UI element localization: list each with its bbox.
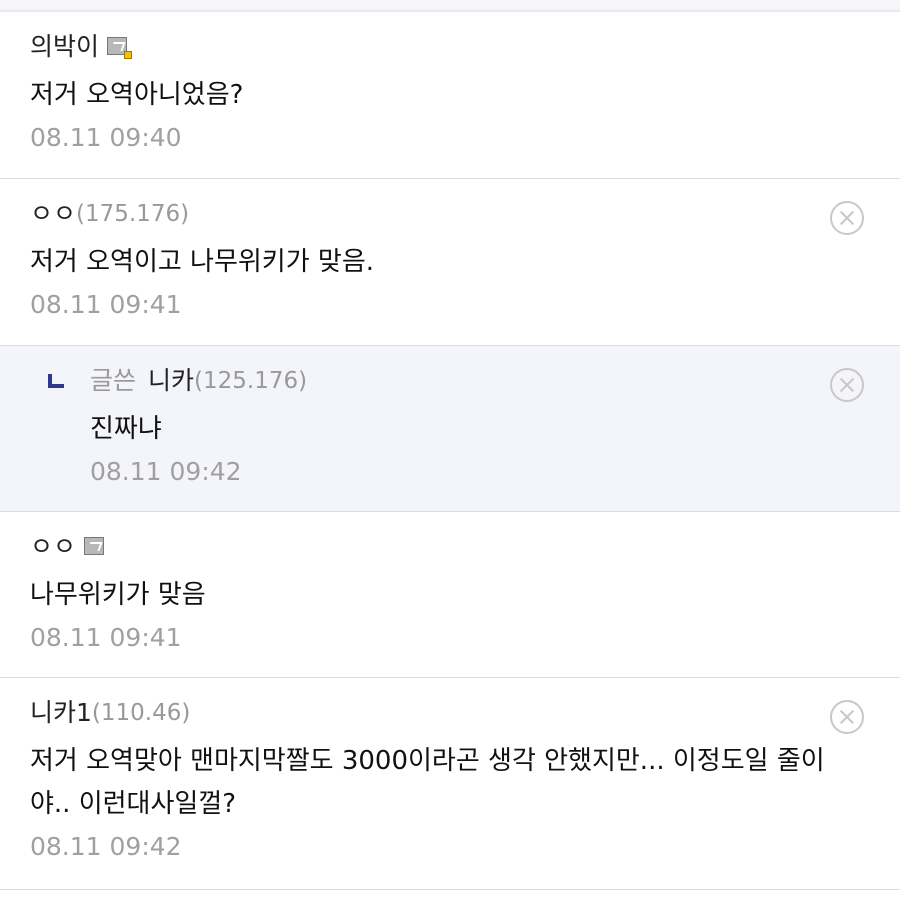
comment-item: 의박이 저거 오역아니었음? 08.11 09:40 [0,12,900,179]
comment-header: 니카1 (110.46) [30,696,870,730]
comment-body: 나무위키가 맞음 [30,580,206,610]
comment-ip: (175.176) [76,201,190,227]
comment-body: 저거 오역아니었음? [30,80,244,110]
comment-header: 글쓴 니카 (125.176) [90,364,870,398]
comment-nickname[interactable]: ㅇㅇ [30,530,76,564]
comment-header: ㅇㅇ [30,530,870,564]
comment-timestamp: 08.11 09:41 [30,290,182,319]
comment-timestamp: 08.11 09:40 [30,123,182,152]
comment-nickname[interactable]: 니카 [148,364,194,398]
comment-item: ㅇㅇ (175.176) 저거 오역이고 나무위키가 맞음. 08.11 09:… [0,179,900,346]
comment-list: 의박이 저거 오역아니었음? 08.11 09:40 ㅇㅇ (175.176) … [0,12,900,910]
comment-ip: (110.46) [91,700,191,726]
next-comment-peek [0,890,900,910]
reply-arrow-icon [48,374,64,388]
author-label: 글쓴 [90,366,137,395]
comment-nickname[interactable]: ㅇㅇ [30,197,76,231]
comment-item: 니카1 (110.46) 저거 오역맞아 맨마지막짤도 3000이라곤 생각 안… [0,678,900,890]
comment-ip: (125.176) [194,368,308,394]
comment-body: 저거 오역맞아 맨마지막짤도 3000이라곤 생각 안했지만... 이정도일 줄… [30,746,825,819]
comment-header: ㅇㅇ (175.176) [30,197,870,231]
comment-item: ㅇㅇ 나무위키가 맞음 08.11 09:41 [0,512,900,678]
comment-nickname[interactable]: 의박이 [30,30,99,64]
delete-comment-button[interactable] [830,368,864,402]
comment-timestamp: 08.11 09:42 [30,832,182,861]
member-badge-icon [84,537,106,557]
top-divider [0,0,900,12]
comment-body: 저거 오역이고 나무위키가 맞음. [30,247,375,277]
delete-comment-button[interactable] [830,700,864,734]
member-badge-icon [107,37,133,59]
comment-body: 진짜냐 [90,414,162,444]
comment-nickname[interactable]: 니카1 [30,696,92,730]
comment-timestamp: 08.11 09:42 [90,457,242,486]
delete-comment-button[interactable] [830,201,864,235]
comment-timestamp: 08.11 09:41 [30,623,182,652]
comment-header: 의박이 [30,30,870,64]
reply-item: 글쓴 니카 (125.176) 진짜냐 08.11 09:42 [0,346,900,512]
